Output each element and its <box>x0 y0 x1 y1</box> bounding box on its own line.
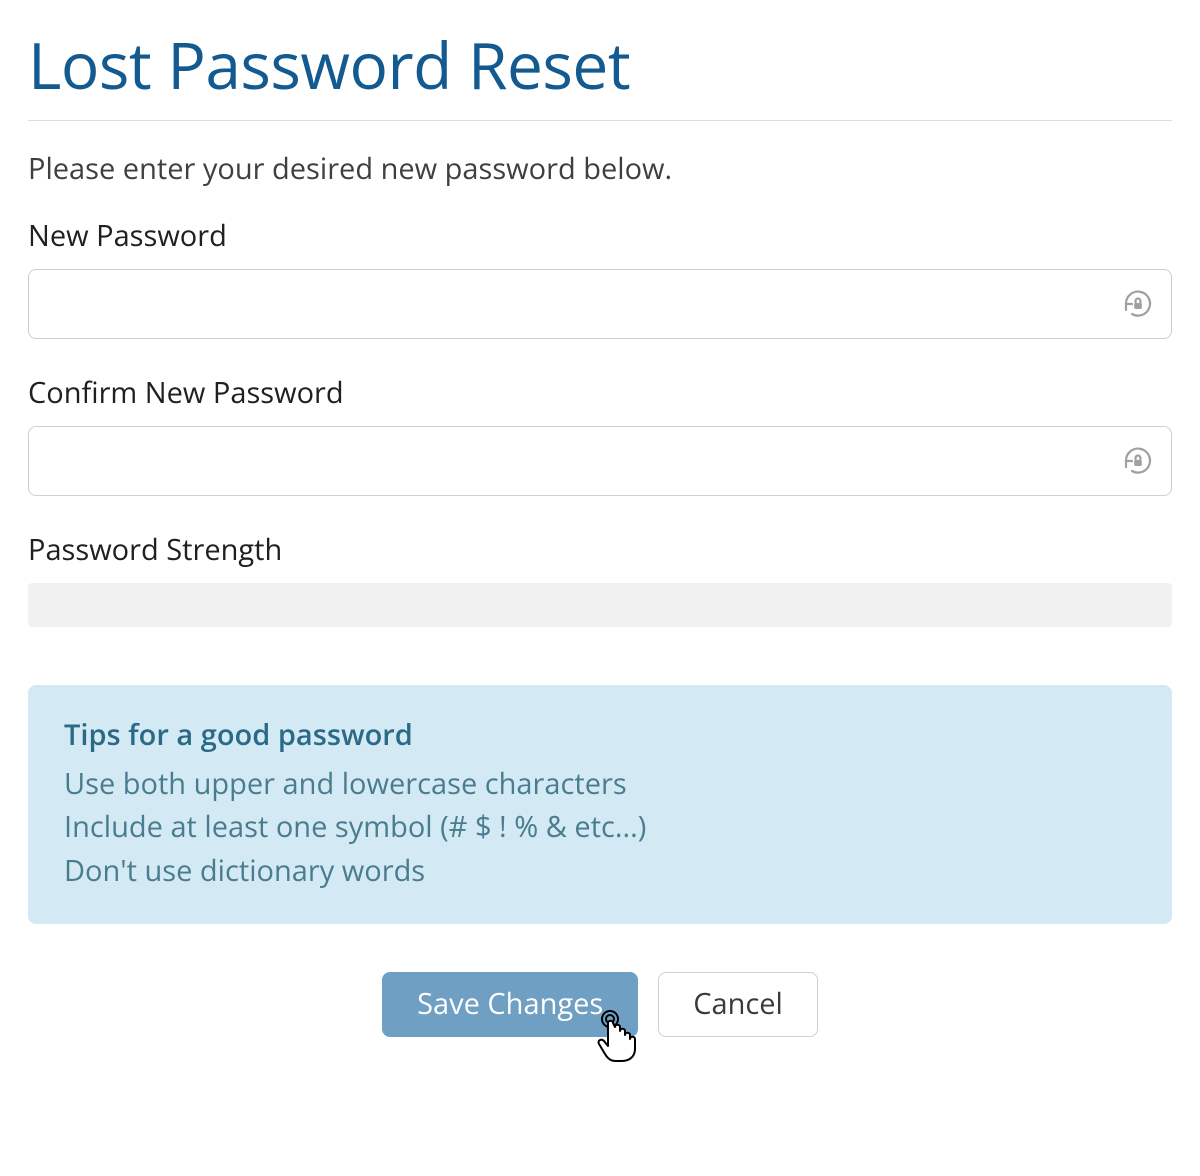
password-strength-label: Password Strength <box>28 530 1172 569</box>
save-changes-button[interactable]: Save Changes <box>382 972 638 1037</box>
confirm-password-label: Confirm New Password <box>28 373 1172 412</box>
button-row: Save Changes Cancel <box>28 972 1172 1037</box>
password-strength-bar <box>28 583 1172 627</box>
tips-line: Include at least one symbol (# $ ! % & e… <box>64 805 1136 849</box>
new-password-input[interactable] <box>28 269 1172 339</box>
confirm-password-input-wrap <box>28 426 1172 496</box>
confirm-password-input[interactable] <box>28 426 1172 496</box>
new-password-input-wrap <box>28 269 1172 339</box>
tips-box: Tips for a good password Use both upper … <box>28 685 1172 925</box>
page-title: Lost Password Reset <box>28 28 1172 102</box>
confirm-password-group: Confirm New Password <box>28 373 1172 496</box>
new-password-label: New Password <box>28 216 1172 255</box>
tips-title: Tips for a good password <box>64 715 1136 754</box>
tips-line: Use both upper and lowercase characters <box>64 762 1136 806</box>
title-divider <box>28 120 1172 121</box>
intro-text: Please enter your desired new password b… <box>28 149 1172 188</box>
password-strength-group: Password Strength <box>28 530 1172 627</box>
new-password-group: New Password <box>28 216 1172 339</box>
cancel-button[interactable]: Cancel <box>658 972 818 1037</box>
tips-line: Don't use dictionary words <box>64 849 1136 893</box>
